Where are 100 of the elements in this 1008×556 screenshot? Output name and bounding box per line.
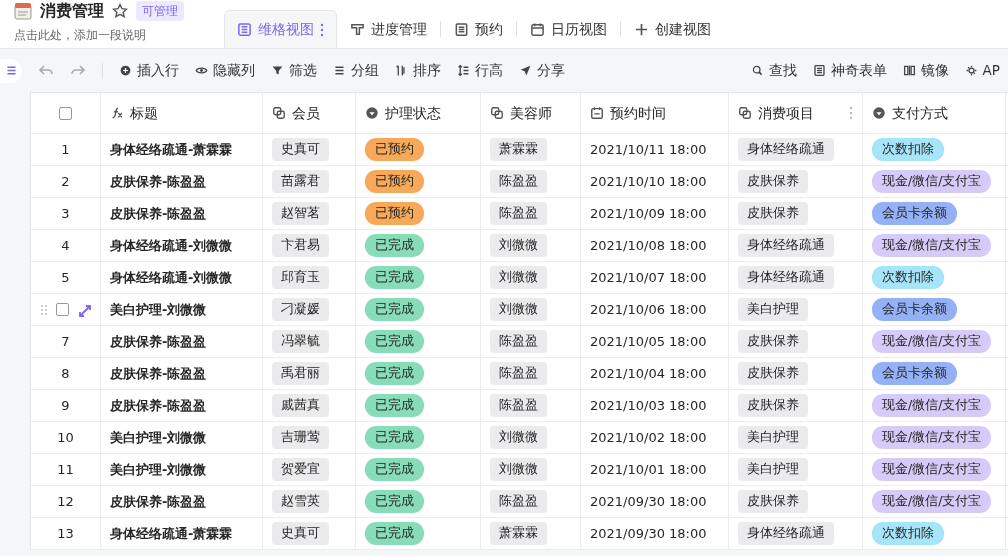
payment-tag: 现金/微信/支付宝 [872, 330, 992, 353]
member-tag: 冯翠毓 [272, 330, 329, 353]
toolbar-button[interactable]: 筛选 [263, 60, 325, 81]
member-tag: 卞君易 [272, 234, 329, 257]
status-tag: 已预约 [365, 202, 424, 225]
link-icon [490, 106, 504, 120]
record-title: 皮肤保养-陈盈盈 [110, 204, 207, 223]
toolbar-button[interactable]: AP [956, 60, 1008, 81]
row-number: 11 [57, 460, 74, 479]
toolbar-button[interactable]: 插入行 [111, 60, 187, 81]
beautician-tag: 陈盈盈 [490, 330, 547, 353]
dropdown-icon [872, 106, 886, 120]
mirror-icon [902, 64, 916, 77]
toolbar-button[interactable]: 镜像 [894, 60, 957, 81]
member-tag: 吉珊莺 [272, 426, 329, 449]
row-number: 8 [61, 364, 70, 383]
record-title: 身体经络疏通-萧霖霖 [110, 524, 233, 543]
column-header[interactable]: 会员 [292, 102, 320, 124]
date-text: 2021/10/11 18:00 [590, 140, 707, 159]
filter-icon [271, 64, 284, 77]
status-tag: 已预约 [365, 170, 424, 193]
service-tag: 美白护理 [738, 458, 808, 481]
record-title: 身体经络疏通-刘微微 [110, 268, 233, 287]
payment-tag: 现金/微信/支付宝 [872, 458, 992, 481]
payment-tag: 次数扣除 [872, 522, 944, 545]
row-number: 7 [61, 332, 70, 351]
notepad-icon [14, 1, 32, 20]
status-tag: 已完成 [365, 362, 424, 385]
view-tab[interactable]: 维格视图 [224, 10, 337, 48]
service-tag: 身体经络疏通 [738, 234, 834, 257]
payment-tag: 现金/微信/支付宝 [872, 426, 992, 449]
service-tag: 身体经络疏通 [738, 522, 834, 545]
beautician-tag: 刘微微 [490, 234, 547, 257]
column-header[interactable]: 美容师 [510, 102, 552, 124]
record-title: 皮肤保养-陈盈盈 [110, 172, 207, 191]
toolbar-button[interactable]: 行高 [449, 60, 511, 81]
sort-icon [395, 64, 408, 77]
grid-icon [237, 22, 252, 37]
form-icon [812, 64, 826, 77]
record-title: 美白护理-刘微微 [110, 460, 207, 479]
payment-tag: 现金/微信/支付宝 [872, 170, 992, 193]
view-tab[interactable]: 进度管理 [337, 10, 440, 48]
link-icon [738, 106, 752, 120]
column-header[interactable]: 标题 [130, 102, 158, 124]
view-tab[interactable]: 创建视图 [621, 10, 724, 48]
service-tag: 身体经络疏通 [738, 266, 834, 289]
record-title: 皮肤保养-陈盈盈 [110, 364, 207, 383]
payment-tag: 会员卡余额 [872, 362, 957, 385]
calendar-icon [530, 22, 545, 37]
send-icon [519, 64, 532, 77]
column-header[interactable]: 护理状态 [385, 102, 441, 124]
toolbar-button[interactable]: 分享 [511, 60, 573, 81]
service-tag: 美白护理 [738, 298, 808, 321]
list-icon [333, 64, 346, 77]
status-tag: 已预约 [365, 138, 424, 161]
row-checkbox[interactable] [56, 303, 69, 316]
date-text: 2021/10/02 18:00 [590, 428, 707, 447]
beautician-tag: 刘微微 [490, 458, 547, 481]
column-header[interactable]: 支付方式 [892, 102, 948, 124]
payment-tag: 会员卡余额 [872, 298, 957, 321]
status-tag: 已完成 [365, 458, 424, 481]
row-number: 9 [61, 396, 70, 415]
service-tag: 美白护理 [738, 426, 808, 449]
member-tag: 史真可 [272, 138, 329, 161]
toolbar-button[interactable]: 神奇表单 [804, 60, 895, 81]
payment-tag: 会员卡余额 [872, 202, 957, 225]
toolbar-button[interactable]: 隐藏列 [187, 60, 263, 81]
plus-icon [634, 22, 649, 37]
permission-badge: 可管理 [136, 0, 184, 21]
member-tag: 刁凝媛 [272, 298, 329, 321]
row-number: 5 [61, 268, 70, 287]
payment-tag: 现金/微信/支付宝 [872, 490, 992, 513]
service-tag: 皮肤保养 [738, 362, 808, 385]
select-all-checkbox[interactable] [59, 106, 72, 120]
status-tag: 已完成 [365, 298, 424, 321]
member-tag: 苗露君 [272, 170, 329, 193]
sidebar-toggle[interactable] [0, 58, 22, 83]
status-tag: 已完成 [365, 490, 424, 513]
payment-tag: 现金/微信/支付宝 [872, 394, 992, 417]
record-title: 美白护理-刘微微 [110, 300, 207, 319]
service-tag: 皮肤保养 [738, 170, 808, 193]
beautician-tag: 萧霖霖 [490, 138, 547, 161]
member-tag: 戚茜真 [272, 394, 329, 417]
member-tag: 贺爱宜 [272, 458, 329, 481]
date-text: 2021/09/30 18:00 [590, 492, 707, 511]
payment-tag: 次数扣除 [872, 266, 944, 289]
toolbar-button[interactable]: 查找 [742, 60, 805, 81]
column-header[interactable]: 预约时间 [610, 102, 666, 124]
description-text[interactable]: 点击此处，添加一段说明 [14, 26, 224, 44]
column-header[interactable]: 消费项目 [758, 102, 814, 124]
gear-icon [964, 64, 978, 77]
toolbar-button[interactable]: 排序 [387, 60, 449, 81]
status-tag: 已完成 [365, 426, 424, 449]
view-tab[interactable]: 预约 [441, 10, 516, 48]
beautician-tag: 陈盈盈 [490, 490, 547, 513]
date-text: 2021/10/10 18:00 [590, 172, 707, 191]
toolbar-button[interactable]: 分组 [325, 60, 387, 81]
row-number: 3 [61, 204, 70, 223]
expand-icon[interactable] [77, 302, 91, 317]
view-tab[interactable]: 日历视图 [517, 10, 620, 48]
